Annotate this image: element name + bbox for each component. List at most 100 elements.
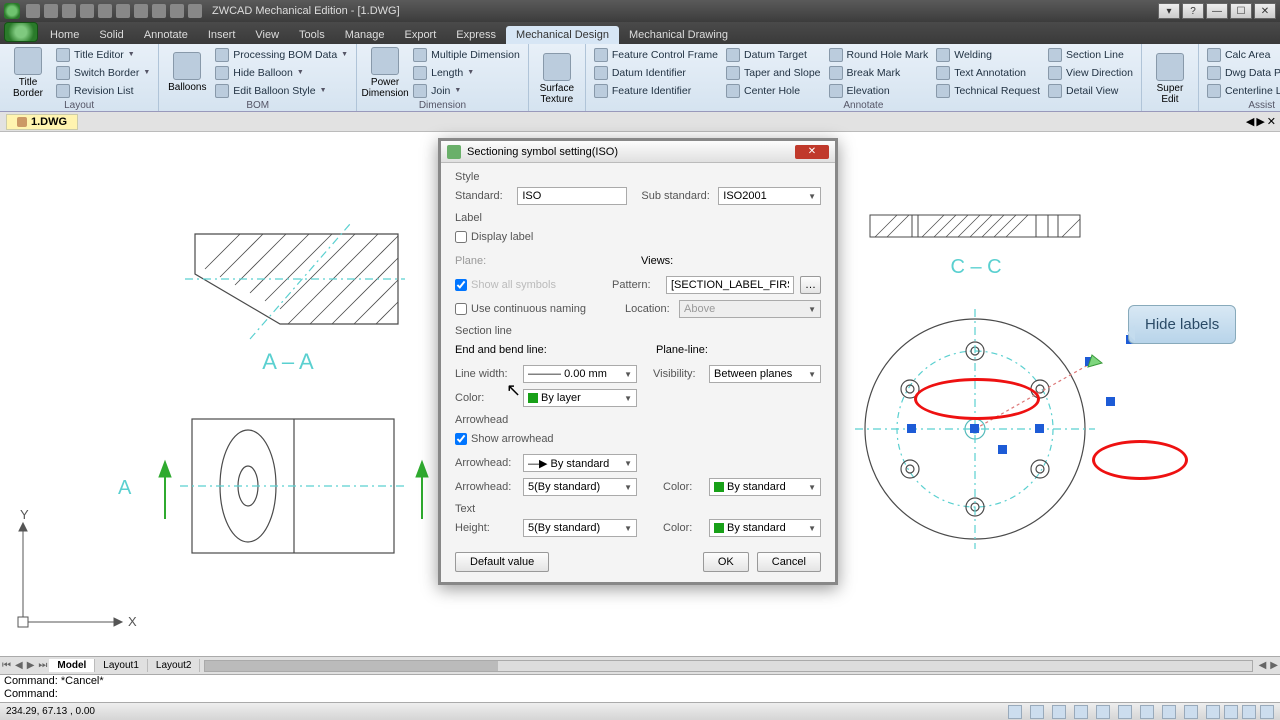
status-right-icon[interactable] xyxy=(1242,705,1256,719)
color-select[interactable]: By layer▼ xyxy=(523,389,637,407)
ribbon-big-button[interactable]: Balloons xyxy=(165,46,209,99)
linewidth-select[interactable]: ——— 0.00 mm▼ xyxy=(523,365,637,383)
tab-nav-left-icon[interactable]: ◀ xyxy=(1246,115,1254,128)
ribbon-item[interactable]: Switch Border▼ xyxy=(54,64,152,81)
scroll-right-icon[interactable]: ▶ xyxy=(1268,660,1280,671)
tab-export[interactable]: Export xyxy=(394,26,446,44)
substandard-select[interactable]: ISO2001▼ xyxy=(718,187,821,205)
ribbon-item[interactable]: Detail View xyxy=(1046,82,1135,99)
show-arrowhead-checkbox[interactable]: Show arrowhead xyxy=(455,433,554,445)
qat-icon[interactable] xyxy=(170,4,184,18)
qat-icon[interactable] xyxy=(26,4,40,18)
ribbon-big-button[interactable]: Surface Texture xyxy=(535,46,579,111)
layout-nav-next-icon[interactable]: ▶ xyxy=(25,660,37,671)
ribbon-item[interactable]: Feature Control Frame xyxy=(592,46,720,63)
qat-icon[interactable] xyxy=(98,4,112,18)
status-toggle-icon[interactable] xyxy=(1008,705,1022,719)
command-line[interactable]: Command: *Cancel* Command: Command: xyxy=(0,674,1280,702)
ok-button[interactable]: OK xyxy=(703,552,749,572)
show-all-symbols-checkbox[interactable]: Show all symbols xyxy=(455,279,556,291)
status-toggle-icon[interactable] xyxy=(1140,705,1154,719)
pattern-browse-button[interactable]: … xyxy=(800,276,821,294)
ribbon-item[interactable]: Center Hole xyxy=(724,82,822,99)
ribbon-item[interactable]: Section Line xyxy=(1046,46,1135,63)
cancel-button[interactable]: Cancel xyxy=(757,552,821,572)
tab-home[interactable]: Home xyxy=(40,26,89,44)
continuous-naming-checkbox[interactable]: Use continuous naming xyxy=(455,303,586,315)
qat-icon[interactable] xyxy=(80,4,94,18)
dialog-close-button[interactable]: ✕ xyxy=(795,145,829,159)
layout-nav-last-icon[interactable]: ⏭ xyxy=(36,660,49,671)
ribbon-item[interactable]: Length▼ xyxy=(411,64,522,81)
ribbon-item[interactable]: Processing BOM Data▼ xyxy=(213,46,350,63)
scroll-left-icon[interactable]: ◀ xyxy=(1257,660,1269,671)
ribbon-item[interactable]: Multiple Dimension xyxy=(411,46,522,63)
text-color-select[interactable]: By standard▼ xyxy=(709,519,821,537)
text-height-select[interactable]: 5(By standard)▼ xyxy=(523,519,637,537)
close-button[interactable]: ✕ xyxy=(1254,3,1276,19)
ribbon-big-button[interactable]: Power Dimension xyxy=(363,46,407,99)
ribbon-item[interactable]: Break Mark xyxy=(827,64,931,81)
status-toggle-icon[interactable] xyxy=(1118,705,1132,719)
ribbon-item[interactable]: Elevation xyxy=(827,82,931,99)
arrowhead-color-select[interactable]: By standard▼ xyxy=(709,478,821,496)
status-toggle-icon[interactable] xyxy=(1096,705,1110,719)
ribbon-big-button[interactable]: Super Edit xyxy=(1148,46,1192,111)
tab-view[interactable]: View xyxy=(245,26,289,44)
status-toggle-icon[interactable] xyxy=(1052,705,1066,719)
ribbon-item[interactable]: Text Annotation xyxy=(934,64,1042,81)
arrowhead-size-select[interactable]: 5(By standard)▼ xyxy=(523,478,637,496)
qat-icon[interactable] xyxy=(62,4,76,18)
layout-nav-prev-icon[interactable]: ◀ xyxy=(13,660,25,671)
tab-manage[interactable]: Manage xyxy=(335,26,395,44)
visibility-select[interactable]: Between planes▼ xyxy=(709,365,821,383)
maximize-button[interactable]: ☐ xyxy=(1230,3,1252,19)
horizontal-scrollbar[interactable] xyxy=(204,660,1252,672)
ribbon-item[interactable]: Round Hole Mark xyxy=(827,46,931,63)
ribbon-item[interactable]: Taper and Slope xyxy=(724,64,822,81)
qat-icon[interactable] xyxy=(44,4,58,18)
layout-tab-layout2[interactable]: Layout2 xyxy=(148,659,201,672)
ribbon-item[interactable]: Welding xyxy=(934,46,1042,63)
tab-insert[interactable]: Insert xyxy=(198,26,246,44)
ribbon-item[interactable]: Dwg Data Pickup▼ xyxy=(1205,64,1280,81)
ribbon-big-button[interactable]: Title Border xyxy=(6,46,50,99)
ribbon-item[interactable]: Datum Target xyxy=(724,46,822,63)
arrowhead-type-select[interactable]: —▶ By standard▼ xyxy=(523,454,637,472)
pattern-input[interactable] xyxy=(666,276,794,294)
document-tab[interactable]: 1.DWG xyxy=(6,114,78,130)
qat-icon[interactable] xyxy=(134,4,148,18)
qat-icon[interactable] xyxy=(188,4,202,18)
ribbon-item[interactable]: Feature Identifier xyxy=(592,82,720,99)
status-toggle-icon[interactable] xyxy=(1162,705,1176,719)
ribbon-item[interactable]: View Direction xyxy=(1046,64,1135,81)
tab-close-icon[interactable]: ✕ xyxy=(1267,115,1276,128)
status-right-icon[interactable] xyxy=(1206,705,1220,719)
tab-tools[interactable]: Tools xyxy=(289,26,335,44)
display-label-checkbox[interactable]: Display label xyxy=(455,231,533,243)
status-toggle-icon[interactable] xyxy=(1074,705,1088,719)
ribbon-item[interactable]: Hide Balloon▼ xyxy=(213,64,350,81)
tab-mechanical-design[interactable]: Mechanical Design xyxy=(506,26,619,44)
ribbon-item[interactable]: Calc Area xyxy=(1205,46,1280,63)
ribbon-item[interactable]: Edit Balloon Style▼ xyxy=(213,82,350,99)
ribbon-min-icon[interactable]: ▾ xyxy=(1158,3,1180,19)
ribbon-item[interactable]: Centerline Layer▼ xyxy=(1205,82,1280,99)
ribbon-item[interactable]: Revision List xyxy=(54,82,152,99)
default-value-button[interactable]: Default value xyxy=(455,552,549,572)
status-right-icon[interactable] xyxy=(1224,705,1238,719)
dialog-titlebar[interactable]: Sectioning symbol setting(ISO) ✕ xyxy=(441,141,835,163)
status-toggle-icon[interactable] xyxy=(1030,705,1044,719)
layout-tab-layout1[interactable]: Layout1 xyxy=(95,659,148,672)
location-select[interactable]: Above▼ xyxy=(679,300,821,318)
minimize-button[interactable]: — xyxy=(1206,3,1228,19)
tab-annotate[interactable]: Annotate xyxy=(134,26,198,44)
layout-nav-first-icon[interactable]: ⏮ xyxy=(0,660,13,671)
status-right-icon[interactable] xyxy=(1260,705,1274,719)
ribbon-item[interactable]: Datum Identifier xyxy=(592,64,720,81)
ribbon-item[interactable]: Join▼ xyxy=(411,82,522,99)
app-menu-button[interactable] xyxy=(4,22,38,42)
tab-express[interactable]: Express xyxy=(446,26,506,44)
tab-mechanical-drawing[interactable]: Mechanical Drawing xyxy=(619,26,738,44)
status-toggle-icon[interactable] xyxy=(1184,705,1198,719)
